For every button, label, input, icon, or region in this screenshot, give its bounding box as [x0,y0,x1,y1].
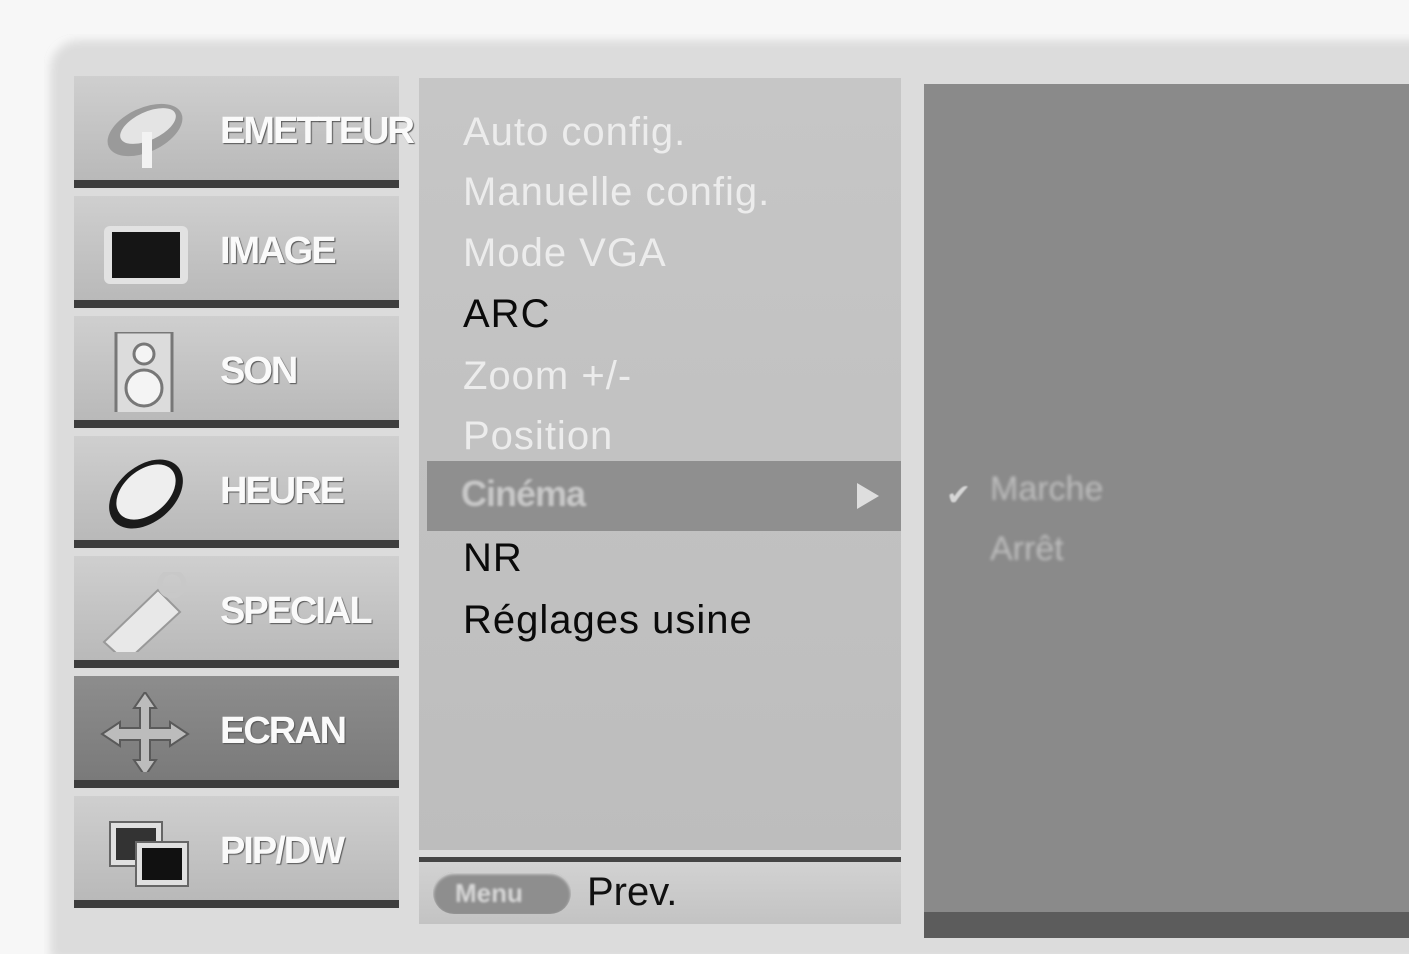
submenu-item-nr[interactable]: NR [463,536,523,581]
prev-label: Prev. [587,870,678,914]
pip-windows-icon [100,812,190,892]
menu-button[interactable]: Menu [433,872,571,914]
submenu-item-position: Position [463,414,614,458]
clock-icon [100,452,190,532]
sidebar-item-label: SPECIAL [220,590,373,632]
selected-item-label: Cinéma [461,473,586,514]
tv-screen-icon [100,212,190,292]
sidebar-item-image[interactable]: IMAGE [74,196,399,308]
sidebar-item-son[interactable]: SON [74,316,399,428]
menu-button-label: Menu [455,878,523,908]
option-arret[interactable]: Arrêt [990,530,1064,569]
sidebar-item-heure[interactable]: HEURE [74,436,399,548]
submenu-item-reglages-usine[interactable]: Réglages usine [463,598,753,643]
sidebar-item-label: SON [220,350,298,392]
speaker-icon [100,330,190,420]
submenu-item-manuelle-config: Manuelle config. [463,170,771,214]
option-marche[interactable]: Marche [990,470,1103,509]
sidebar-item-label: EMETTEUR [220,110,415,152]
panel-bottom-edge [924,912,1409,938]
submenu-item-mode-vga: Mode VGA [463,231,667,275]
sidebar-item-ecran[interactable]: ECRAN [74,676,399,788]
submenu-arrow-icon [857,483,879,509]
check-icon: ✔ [946,479,972,512]
sidebar-item-pip-dw[interactable]: PIP/DW [74,796,399,908]
sidebar-item-label: ECRAN [220,710,347,752]
submenu-footer: Menu Prev. [419,857,901,924]
submenu-item-zoom: Zoom +/- [463,354,633,398]
satellite-dish-icon [100,92,190,172]
sidebar-item-emetteur[interactable]: EMETTEUR [74,76,415,188]
sidebar-item-label: PIP/DW [220,830,345,872]
tag-icon [100,569,190,664]
sidebar-item-label: IMAGE [220,230,337,272]
submenu-item-arc[interactable]: ARC [463,292,550,337]
sidebar-item-label: HEURE [220,470,345,512]
submenu-item-cinema[interactable]: Cinéma [427,461,901,531]
submenu-item-auto-config: Auto config. [463,110,687,154]
main-menu-sidebar: EMETTEUR IMAGE SON HEURE SPECIAL ECRAN P… [74,76,415,936]
move-arrows-icon [100,690,190,778]
sidebar-item-special[interactable]: SPECIAL [74,556,399,668]
